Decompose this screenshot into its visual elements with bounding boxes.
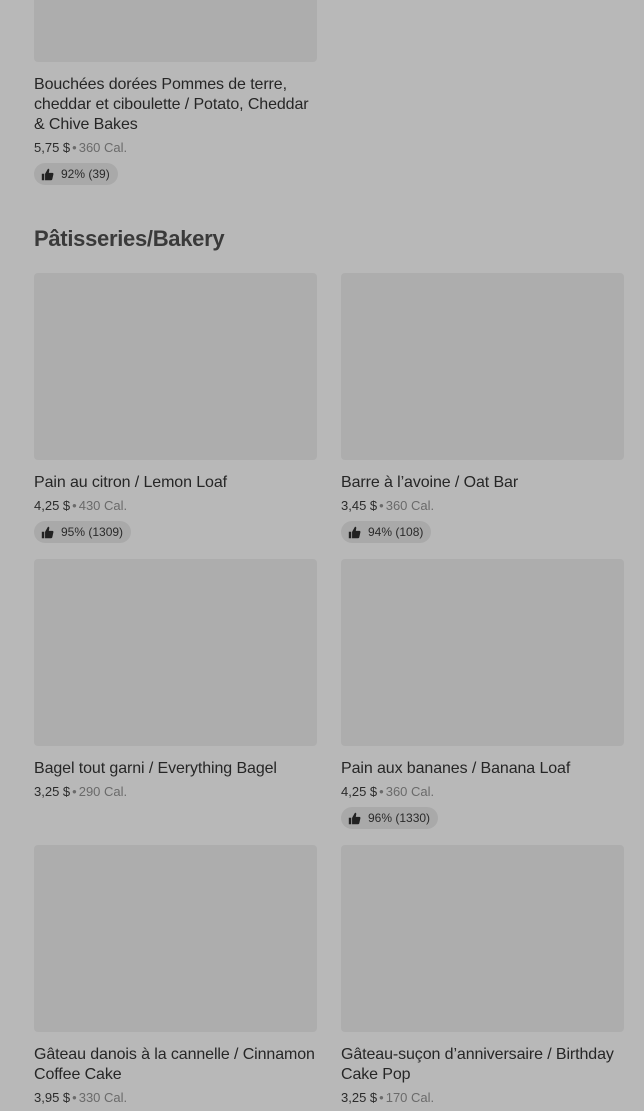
item-calories: 330 Cal.: [78, 1090, 128, 1105]
thumbs-up-icon: [348, 812, 361, 824]
item-price: 4,25 $: [341, 784, 378, 799]
menu-item-card[interactable]: Pain aux bananes / Banana Loaf 4,25 $ • 36…: [341, 559, 624, 830]
item-calories: 360 Cal.: [385, 784, 435, 799]
rating-text: 94% (108): [368, 525, 424, 539]
thumbs-up-icon: [41, 526, 54, 538]
item-meta: 4,25 $ • 360 Cal.: [341, 783, 624, 800]
item-name: Pain au citron / Lemon Loaf: [34, 474, 227, 491]
item-meta: 5,75 $ • 360 Cal.: [34, 139, 317, 156]
item-meta: 3,25 $ • 170 Cal.: [341, 1089, 624, 1106]
rating-badge: 96% (1330): [341, 807, 439, 829]
rating-text: 95% (1309): [61, 525, 124, 539]
item-price: 4,25 $: [34, 498, 71, 513]
separator: •: [379, 1090, 384, 1105]
item-name: Gâteau-suçon d’anniversaire / Birthday C…: [341, 1046, 614, 1083]
menu-item-card[interactable]: Bagel tout garni / Everything Bagel 3,25…: [34, 559, 317, 800]
item-name: Bouchées dorées Pommes de terre, cheddar…: [34, 76, 309, 133]
menu-item-card[interactable]: Barre à l’avoine / Oat Bar 3,45 $ • 360 Ca…: [341, 273, 624, 544]
menu-item-card[interactable]: Bouchées dorées Pommes de terre, cheddar…: [34, 0, 317, 186]
separator: •: [379, 498, 384, 513]
item-price: 5,75 $: [34, 140, 71, 155]
item-price: 3,25 $: [34, 784, 71, 799]
item-meta: 3,95 $ • 330 Cal.: [34, 1089, 317, 1106]
item-image[interactable]: [34, 559, 317, 746]
rating-badge: 94% (108): [341, 521, 432, 543]
item-image[interactable]: [34, 0, 317, 62]
separator: •: [72, 784, 77, 799]
item-calories: 430 Cal.: [78, 498, 128, 513]
section-title: Pâtisseries/Bakery: [34, 226, 225, 251]
item-image[interactable]: [34, 273, 317, 460]
item-calories: 360 Cal.: [385, 498, 435, 513]
rating-text: 96% (1330): [368, 811, 431, 825]
item-meta: 3,25 $ • 290 Cal.: [34, 783, 317, 800]
item-name: Bagel tout garni / Everything Bagel: [34, 760, 277, 777]
item-price: 3,45 $: [341, 498, 378, 513]
thumbs-up-icon: [41, 168, 54, 180]
rating-badge: 95% (1309): [34, 521, 132, 543]
separator: •: [72, 140, 77, 155]
separator: •: [72, 1090, 77, 1105]
item-price: 3,25 $: [341, 1090, 378, 1105]
separator: •: [379, 784, 384, 799]
item-calories: 170 Cal.: [385, 1090, 435, 1105]
thumbs-up-icon: [348, 526, 361, 538]
menu-item-card[interactable]: Pain au citron / Lemon Loaf 4,25 $ • 430 C…: [34, 273, 317, 544]
menu-item-card[interactable]: Gâteau-suçon d’anniversaire / Birthday C…: [341, 845, 624, 1106]
rating-badge: 92% (39): [34, 163, 118, 185]
item-meta: 4,25 $ • 430 Cal.: [34, 497, 317, 514]
item-image[interactable]: [341, 559, 624, 746]
item-image[interactable]: [341, 273, 624, 460]
item-name: Barre à l’avoine / Oat Bar: [341, 474, 519, 491]
rating-text: 92% (39): [61, 167, 110, 181]
item-calories: 360 Cal.: [78, 140, 128, 155]
item-image[interactable]: [34, 845, 317, 1032]
separator: •: [72, 498, 77, 513]
item-image[interactable]: [341, 845, 624, 1032]
item-name: Gâteau danois à la cannelle / Cinnamon C…: [34, 1046, 315, 1083]
menu-item-card[interactable]: Gâteau danois à la cannelle / Cinnamon C…: [34, 845, 317, 1106]
item-meta: 3,45 $ • 360 Cal.: [341, 497, 624, 514]
item-calories: 290 Cal.: [78, 784, 128, 799]
item-name: Pain aux bananes / Banana Loaf: [341, 760, 571, 777]
item-price: 3,95 $: [34, 1090, 71, 1105]
